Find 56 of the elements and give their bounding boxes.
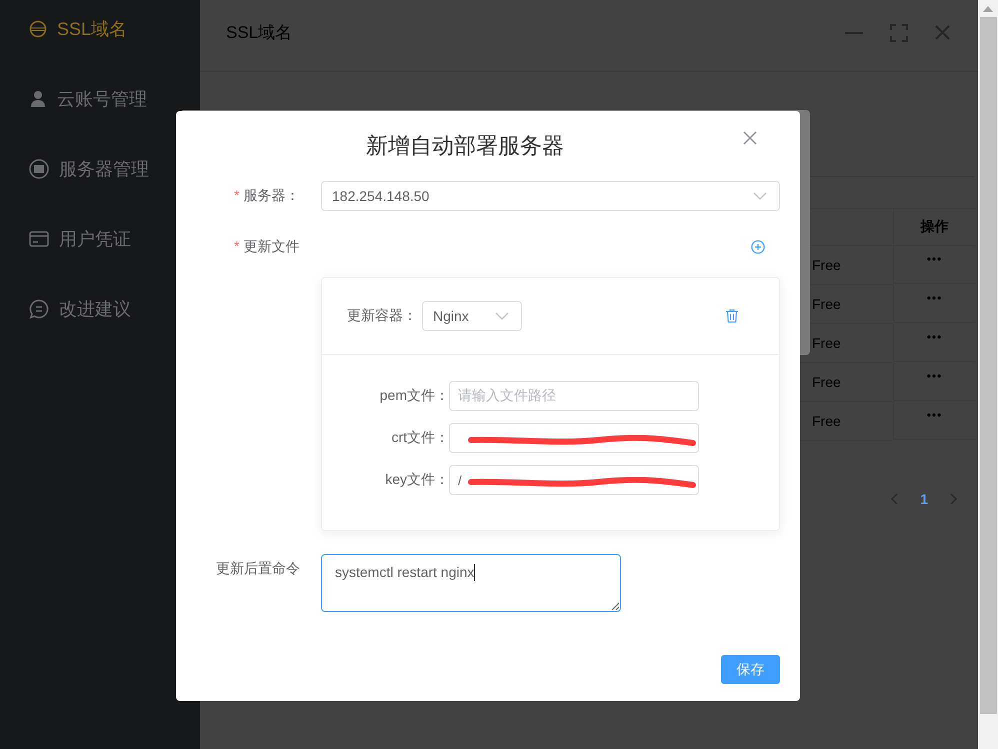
user-icon xyxy=(29,90,47,108)
input-field[interactable]: 请输入文件路径 xyxy=(449,381,699,411)
chevron-down-icon xyxy=(753,192,767,200)
table-cell: Free xyxy=(812,257,841,273)
column-header: 操作 xyxy=(893,209,975,246)
sidebar-item[interactable]: 用户凭证 xyxy=(0,224,200,254)
card-icon xyxy=(29,231,49,247)
scroll-up-icon[interactable] xyxy=(983,6,993,12)
window-title: SSL域名 xyxy=(226,22,292,44)
globe-icon xyxy=(29,20,47,38)
container-select[interactable]: Nginx xyxy=(422,301,522,331)
delete-icon[interactable] xyxy=(726,309,738,323)
close-icon[interactable] xyxy=(743,131,757,145)
more-actions[interactable]: ••• xyxy=(926,252,942,266)
close-icon[interactable] xyxy=(935,25,950,40)
more-actions[interactable]: ••• xyxy=(926,291,942,305)
sidebar-item[interactable]: 改进建议 xyxy=(0,294,200,324)
nav-label: 用户凭证 xyxy=(59,228,131,251)
required-mark: * xyxy=(234,238,240,256)
input-field[interactable] xyxy=(449,423,699,453)
nav-label: 服务器管理 xyxy=(59,158,149,181)
add-icon[interactable] xyxy=(751,240,765,254)
input-field[interactable]: / xyxy=(449,465,699,495)
scrollbar[interactable] xyxy=(978,0,998,749)
server-icon xyxy=(29,159,49,179)
save-button[interactable]: 保存 xyxy=(721,655,780,684)
field-label: 更新后置命令 xyxy=(216,560,300,578)
command-textarea[interactable]: systemctl restart nginx xyxy=(321,554,621,612)
nav-label: 云账号管理 xyxy=(57,88,147,111)
more-actions[interactable]: ••• xyxy=(926,330,942,344)
nav-label: SSL域名 xyxy=(57,18,128,41)
required-mark: * xyxy=(234,187,240,205)
table-cell: Free xyxy=(812,413,841,429)
field-label: crt文件： xyxy=(390,429,449,447)
field-label: 更新文件 xyxy=(243,238,300,256)
sidebar-item[interactable]: SSL域名 xyxy=(0,14,200,44)
server-select[interactable]: 182.254.148.50 xyxy=(321,181,780,211)
table-cell: Free xyxy=(812,296,841,312)
chat-icon xyxy=(29,299,49,319)
more-actions[interactable]: ••• xyxy=(926,408,942,422)
more-actions[interactable]: ••• xyxy=(926,369,942,383)
field-label: pem文件： xyxy=(378,387,449,405)
field-label: 更新容器： xyxy=(347,307,418,325)
dialog-title: 新增自动部署服务器 xyxy=(366,132,564,160)
field-label: key文件： xyxy=(384,471,449,489)
fullscreen-icon[interactable] xyxy=(890,24,908,42)
chevron-down-icon xyxy=(495,312,509,320)
page-number[interactable]: 1 xyxy=(920,491,928,507)
resize-handle-icon[interactable] xyxy=(611,602,619,610)
field-label: 服务器： xyxy=(243,187,300,205)
table-cell: Free xyxy=(812,374,841,390)
sidebar-item[interactable]: 服务器管理 xyxy=(0,154,200,184)
table-cell: Free xyxy=(812,335,841,351)
sidebar-item[interactable]: 云账号管理 xyxy=(0,84,200,114)
scroll-thumb[interactable] xyxy=(980,17,996,714)
nav-label: 改进建议 xyxy=(59,298,131,321)
